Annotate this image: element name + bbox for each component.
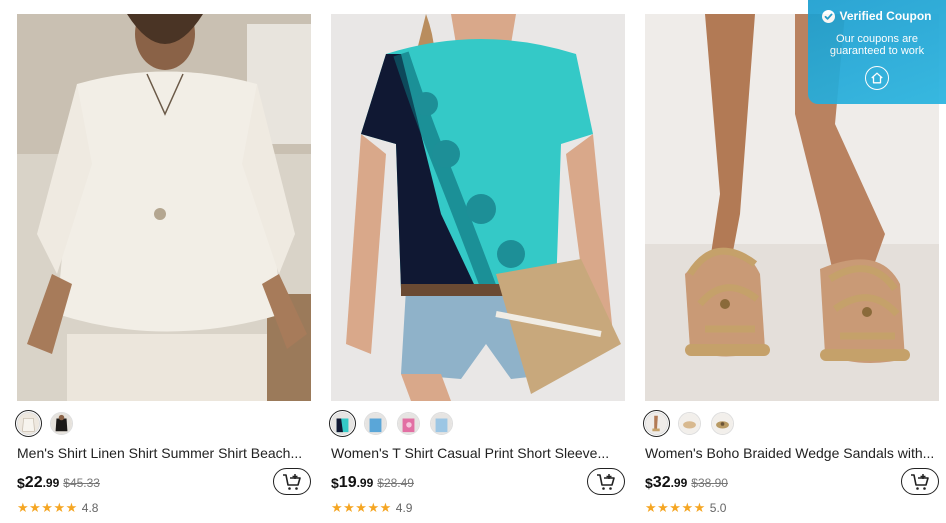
- original-price: $45.33: [63, 476, 100, 490]
- price-integer: 19: [338, 474, 357, 491]
- product-card[interactable]: Men's Shirt Linen Shirt Summer Shirt Bea…: [14, 14, 311, 516]
- original-price: $38.90: [691, 476, 728, 490]
- star-rating: ★★★★★: [331, 500, 392, 515]
- star-rating: ★★★★★: [17, 500, 78, 515]
- swatch-light-blue[interactable]: [430, 411, 453, 435]
- swatch-pink[interactable]: [397, 411, 420, 435]
- original-price: $28.49: [377, 476, 414, 490]
- swatch-beige[interactable]: [678, 411, 701, 435]
- swatch-tan[interactable]: [642, 409, 671, 437]
- price-currency: $: [331, 475, 339, 491]
- rating-value: 5.0: [709, 501, 727, 515]
- price-currency: $: [17, 475, 25, 491]
- color-swatches: [328, 409, 625, 437]
- product-title[interactable]: Women's Boho Braided Wedge Sandals with.…: [645, 444, 935, 462]
- price-row: $ 19 .99 $28.49: [331, 468, 625, 498]
- color-swatches: [14, 409, 311, 437]
- product-image[interactable]: [17, 14, 311, 401]
- coupon-message: Our coupons are guaranteed to work: [808, 33, 946, 57]
- coupon-title: Verified Coupon: [839, 9, 932, 23]
- price-row: $ 22 .99 $45.33: [17, 468, 311, 498]
- product-image[interactable]: [331, 14, 625, 401]
- home-icon[interactable]: [865, 66, 889, 90]
- price-integer: 32: [652, 474, 671, 491]
- rating-value: 4.9: [395, 501, 413, 515]
- product-title[interactable]: Men's Shirt Linen Shirt Summer Shirt Bea…: [17, 444, 307, 462]
- color-swatches: [642, 409, 939, 437]
- price-decimal: .99: [670, 476, 688, 490]
- price-currency: $: [645, 475, 653, 491]
- rating-value: 4.8: [81, 501, 99, 515]
- rating-row: ★★★★★ 4.8: [17, 500, 311, 516]
- cart-add-icon: [597, 473, 615, 490]
- price-decimal: .99: [356, 476, 374, 490]
- product-card[interactable]: Women's T Shirt Casual Print Short Sleev…: [328, 14, 625, 516]
- add-to-cart-button[interactable]: [587, 468, 625, 495]
- product-title[interactable]: Women's T Shirt Casual Print Short Sleev…: [331, 444, 621, 462]
- rating-row: ★★★★★ 5.0: [645, 500, 939, 516]
- swatch-white-shirt[interactable]: [14, 409, 43, 437]
- check-circle-icon: [822, 9, 836, 23]
- coupon-line-2: guaranteed to work: [829, 45, 925, 57]
- coupon-header: Verified Coupon: [808, 9, 946, 23]
- swatch-blue[interactable]: [364, 411, 387, 435]
- add-to-cart-button[interactable]: [273, 468, 311, 495]
- add-to-cart-button[interactable]: [901, 468, 939, 495]
- star-rating: ★★★★★: [645, 500, 706, 515]
- price-row: $ 32 .99 $38.90: [645, 468, 939, 498]
- swatch-gold[interactable]: [711, 411, 734, 435]
- price-decimal: .99: [42, 476, 60, 490]
- swatch-black-shirt[interactable]: [50, 411, 73, 435]
- price-integer: 22: [24, 474, 43, 491]
- product-grid: Men's Shirt Linen Shirt Summer Shirt Bea…: [0, 0, 946, 523]
- swatch-teal[interactable]: [328, 409, 357, 437]
- verified-coupon-badge[interactable]: Verified Coupon Our coupons are guarante…: [808, 0, 946, 104]
- rating-row: ★★★★★ 4.9: [331, 500, 625, 516]
- coupon-line-1: Our coupons are: [836, 33, 918, 45]
- cart-add-icon: [911, 473, 929, 490]
- cart-add-icon: [283, 473, 301, 490]
